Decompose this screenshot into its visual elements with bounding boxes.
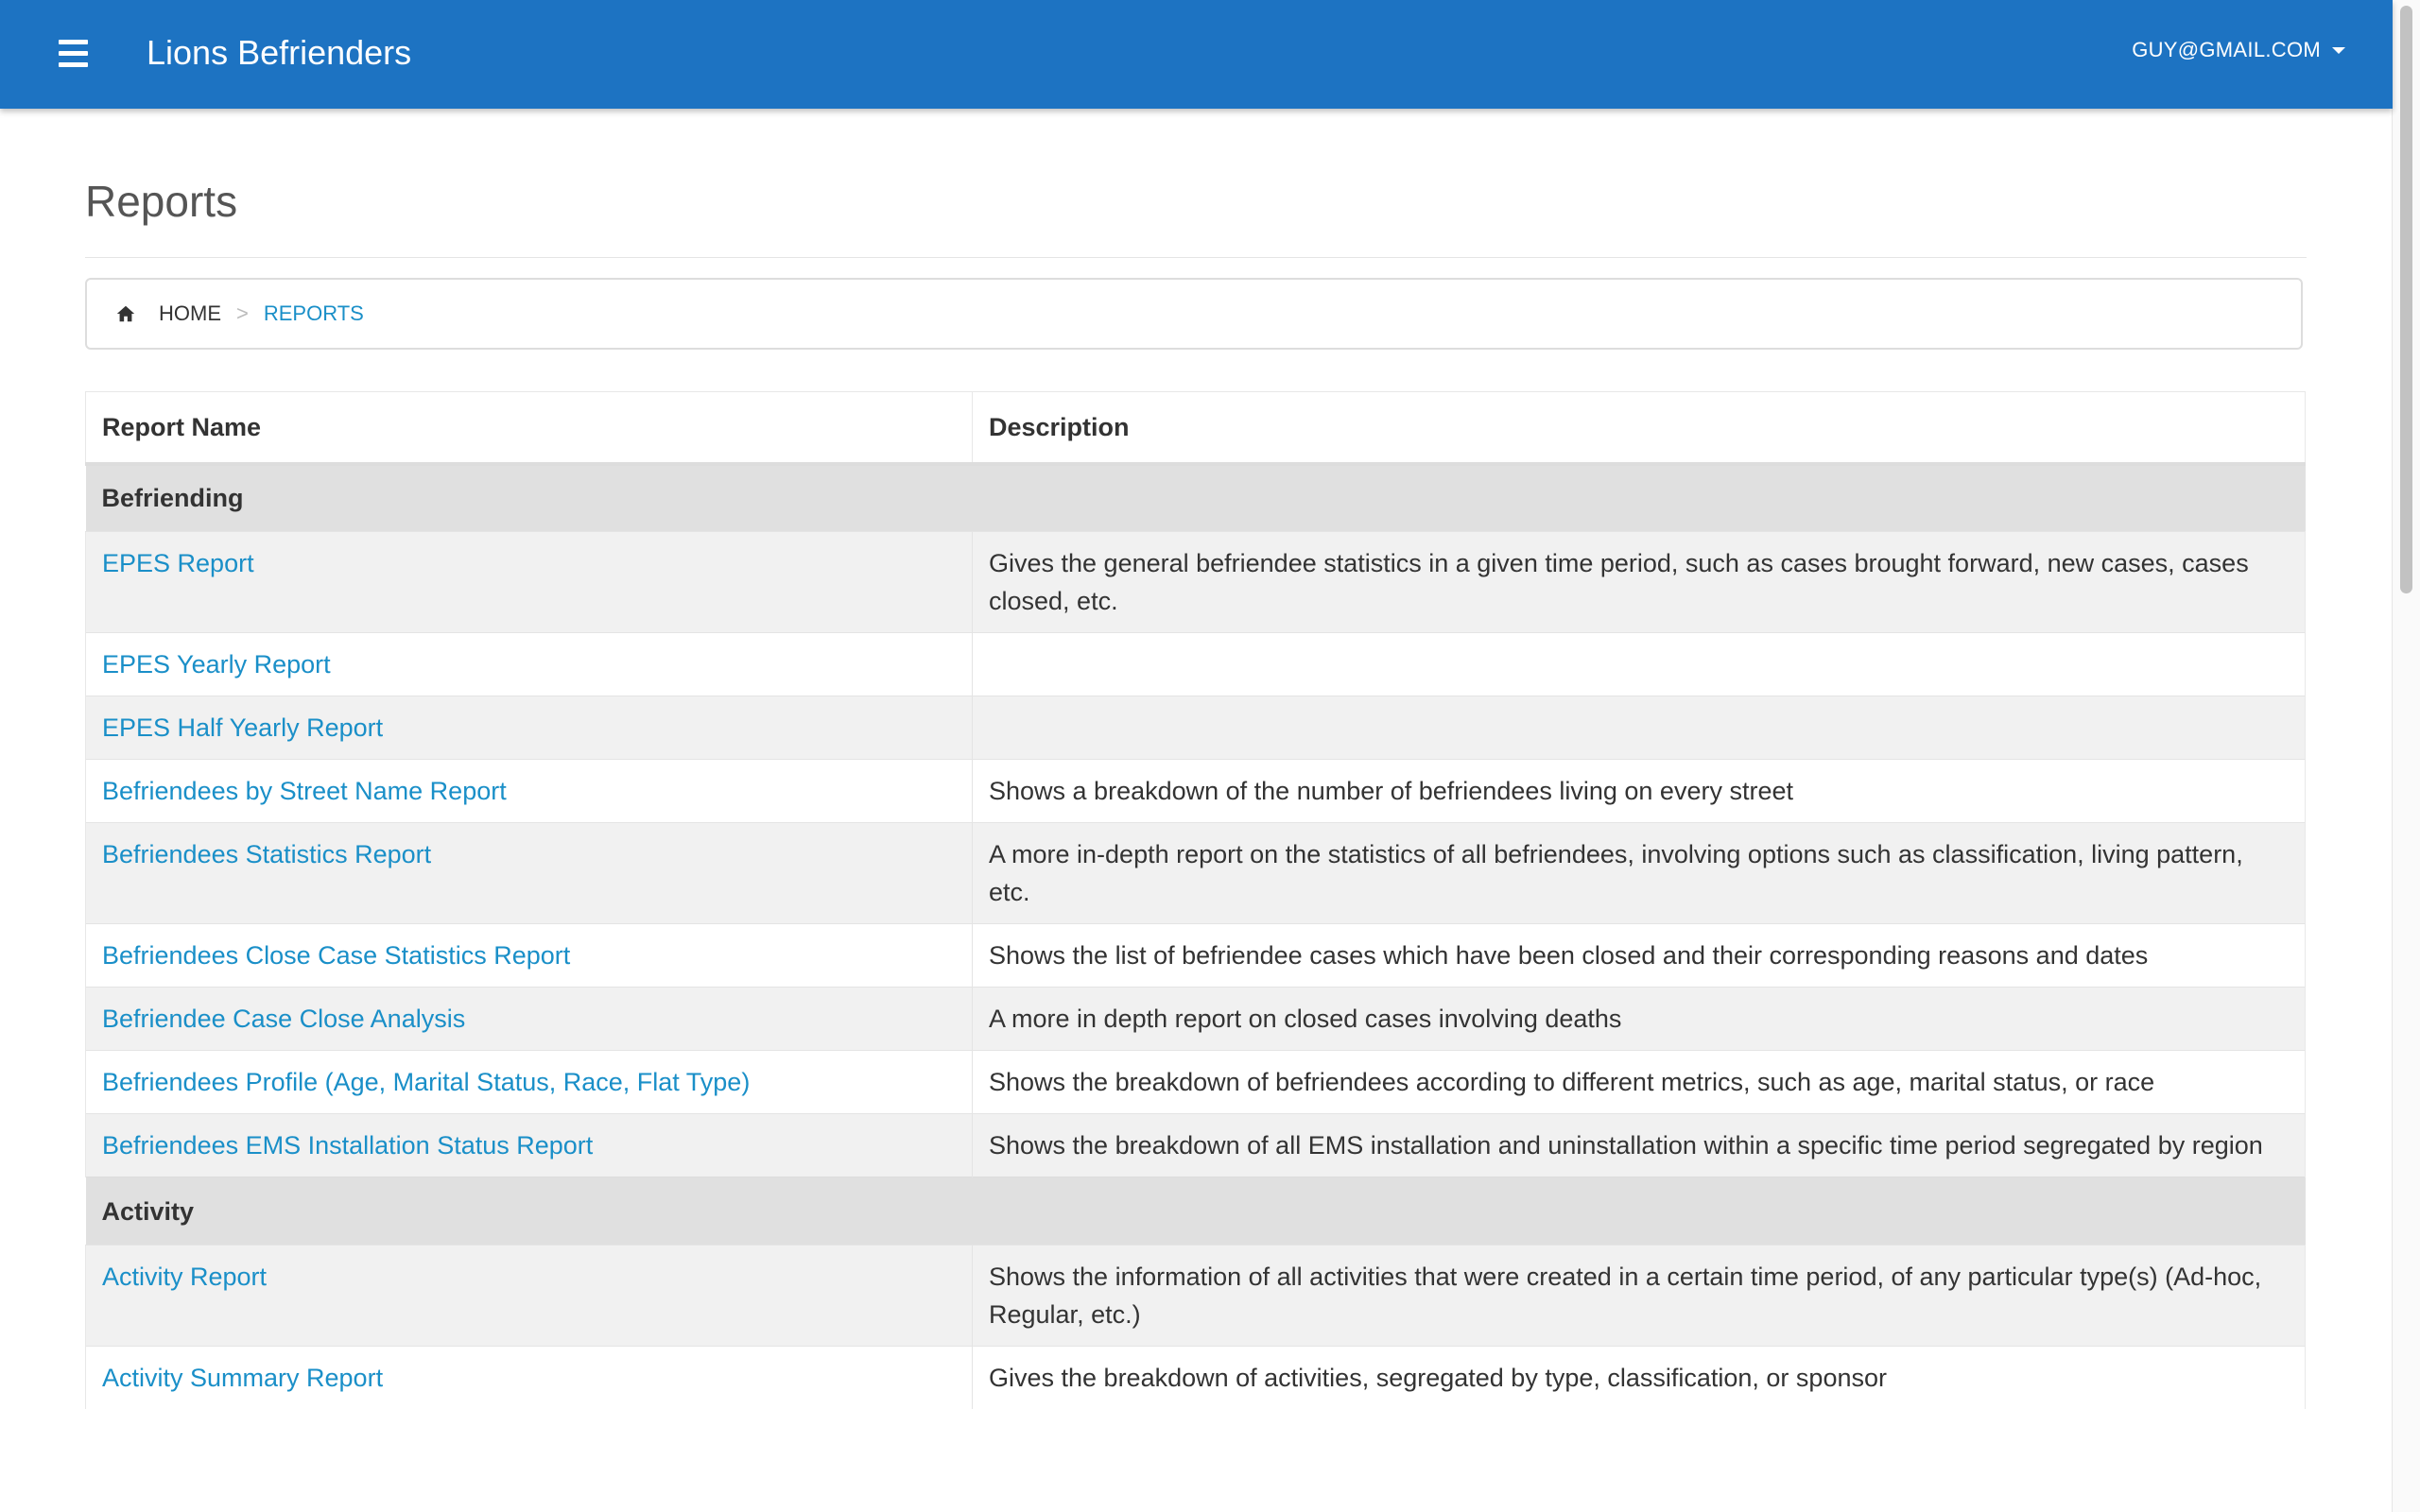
table-header-row: Report Name Description [85, 391, 2306, 466]
report-name-cell: Befriendee Case Close Analysis [85, 987, 973, 1051]
caret-down-icon [2332, 46, 2345, 54]
report-name-cell: Befriendees Close Case Statistics Report [85, 923, 973, 988]
user-email: GUY@GMAIL.COM [2132, 38, 2321, 61]
table-row: Befriendee Case Close Analysis A more in … [85, 987, 2306, 1051]
vertical-scrollbar[interactable] [2392, 0, 2420, 1512]
table-row: EPES Half Yearly Report [85, 696, 2306, 760]
report-description [972, 696, 2306, 760]
report-link[interactable]: Befriendees Close Case Statistics Report [102, 941, 570, 970]
report-name-cell: EPES Report [85, 531, 973, 633]
top-navbar: Lions Befrienders GUY@GMAIL.COM [0, 0, 2393, 109]
breadcrumb-separator: > [236, 301, 249, 325]
page-title: Reports [85, 177, 238, 226]
home-icon[interactable] [115, 303, 136, 324]
title-divider [85, 257, 2307, 258]
report-link[interactable]: EPES Half Yearly Report [102, 713, 383, 742]
table-row: Befriendees Close Case Statistics Report… [85, 923, 2306, 988]
group-heading: Befriending [85, 463, 2306, 532]
hamburger-menu-icon[interactable] [59, 40, 88, 68]
table-row: Befriendees by Street Name Report Shows a… [85, 759, 2306, 823]
report-name-cell: EPES Half Yearly Report [85, 696, 973, 760]
report-name-cell: Activity Report [85, 1245, 973, 1347]
report-link[interactable]: Activity Summary Report [102, 1364, 383, 1392]
report-description: Shows the breakdown of befriendees accor… [972, 1050, 2306, 1114]
report-link[interactable]: EPES Report [102, 549, 254, 577]
report-description: Shows the information of all activities … [972, 1245, 2306, 1347]
table-row: Activity Summary Report Gives the breakdo… [85, 1346, 2306, 1409]
breadcrumb-home-link[interactable]: HOME [159, 301, 221, 326]
table-row: Befriendees Profile (Age, Marital Status… [85, 1050, 2306, 1114]
report-name-cell: Befriendees Statistics Report [85, 822, 973, 924]
report-name-cell: Activity Summary Report [85, 1346, 973, 1409]
report-name-cell: EPES Yearly Report [85, 632, 973, 696]
reports-table: Report Name Description Befriending EPES … [85, 391, 2306, 1409]
table-group-row: Befriending [85, 463, 2306, 532]
app-brand[interactable]: Lions Befrienders [147, 30, 411, 76]
group-heading: Activity [85, 1177, 2306, 1246]
table-row: Befriendees EMS Installation Status Repo… [85, 1113, 2306, 1177]
breadcrumb: HOME > REPORTS [85, 278, 2303, 350]
scrollbar-thumb[interactable] [2400, 6, 2412, 593]
report-link[interactable]: Activity Report [102, 1263, 267, 1291]
report-link[interactable]: Befriendees Profile (Age, Marital Status… [102, 1068, 750, 1096]
report-link[interactable]: Befriendees EMS Installation Status Repo… [102, 1131, 593, 1160]
column-header-description: Description [972, 391, 2306, 466]
table-row: EPES Yearly Report [85, 632, 2306, 696]
report-description: Shows the list of befriendee cases which… [972, 923, 2306, 988]
table-body: Befriending EPES Report Gives the general … [85, 463, 2306, 1409]
table-group-row: Activity [85, 1177, 2306, 1246]
table-row: Activity Report Shows the information of … [85, 1245, 2306, 1347]
table-row: Befriendees Statistics Report A more in-d… [85, 822, 2306, 924]
column-header-report-name: Report Name [85, 391, 973, 466]
report-name-cell: Befriendees Profile (Age, Marital Status… [85, 1050, 973, 1114]
report-description: A more in-depth report on the statistics… [972, 822, 2306, 924]
report-description: Shows a breakdown of the number of befri… [972, 759, 2306, 823]
report-link[interactable]: Befriendee Case Close Analysis [102, 1005, 465, 1033]
breadcrumb-current[interactable]: REPORTS [264, 301, 364, 326]
report-description: Shows the breakdown of all EMS installat… [972, 1113, 2306, 1177]
user-menu-dropdown[interactable]: GUY@GMAIL.COM [2132, 38, 2345, 62]
report-link[interactable]: EPES Yearly Report [102, 650, 331, 679]
report-description: Gives the general befriendee statistics … [972, 531, 2306, 633]
report-name-cell: Befriendees by Street Name Report [85, 759, 973, 823]
table-row: EPES Report Gives the general befriendee … [85, 531, 2306, 633]
report-description: Gives the breakdown of activities, segre… [972, 1346, 2306, 1409]
report-name-cell: Befriendees EMS Installation Status Repo… [85, 1113, 973, 1177]
report-description [972, 632, 2306, 696]
report-link[interactable]: Befriendees by Street Name Report [102, 777, 507, 805]
report-description: A more in depth report on closed cases i… [972, 987, 2306, 1051]
report-link[interactable]: Befriendees Statistics Report [102, 840, 431, 868]
